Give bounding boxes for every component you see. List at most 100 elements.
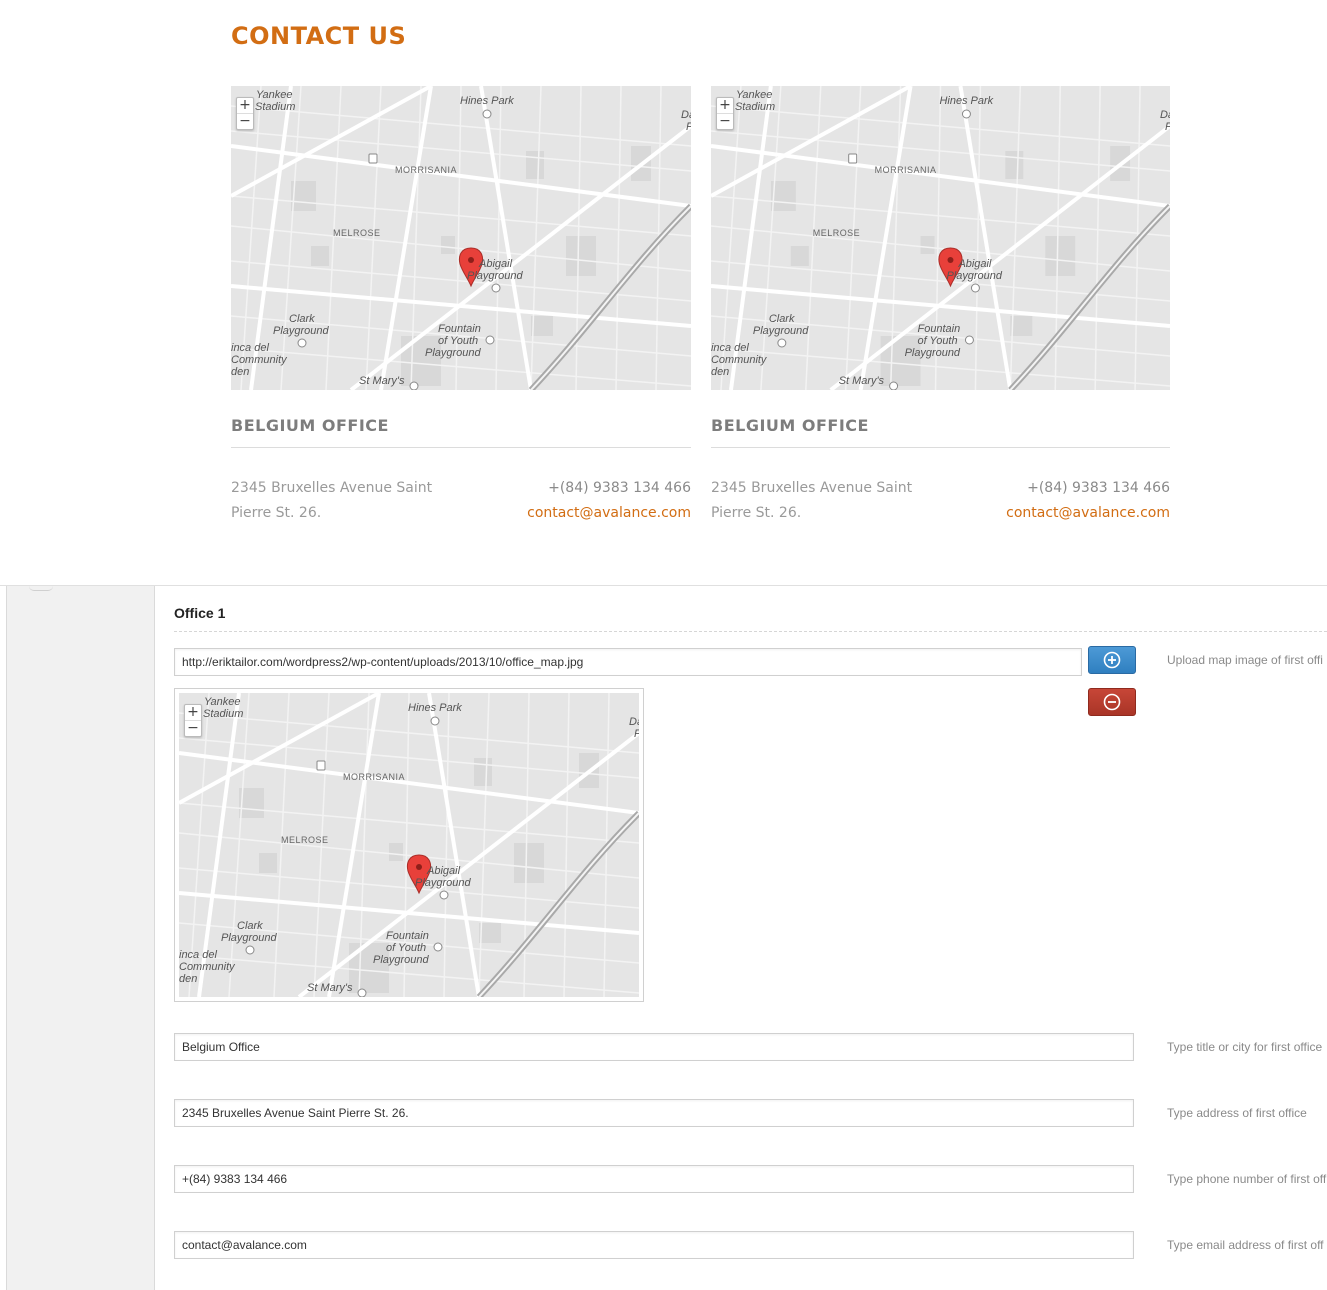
office-info: 2345 Bruxelles Avenue Saint Pierre St. 2…	[711, 476, 1170, 526]
svg-text:F: F	[1165, 121, 1170, 133]
office-email-link[interactable]: contact@avalance.com	[1006, 501, 1170, 526]
svg-text:Community: Community	[179, 961, 236, 973]
divider	[231, 447, 691, 448]
map-graphic: Yankee Stadium Hines Park Abigail Playgr…	[711, 86, 1170, 390]
office-card: Yankee Stadium Hines Park Abigail Playgr…	[711, 86, 1170, 526]
office-email-input[interactable]: contact@avalance.com	[174, 1231, 1134, 1259]
map-zoom-control[interactable]: + −	[236, 97, 254, 130]
office-phone: +(84) 9383 134 466	[548, 480, 691, 496]
remove-map-button[interactable]	[1088, 688, 1136, 716]
svg-text:Yankee: Yankee	[736, 89, 772, 101]
office-map: Yankee Stadium Hines Park Abigail Playgr…	[711, 86, 1170, 390]
svg-text:Hines Park: Hines Park	[940, 95, 994, 107]
office-title-input[interactable]: Belgium Office	[174, 1033, 1134, 1061]
zoom-out-button[interactable]: −	[237, 113, 253, 129]
svg-text:Playground: Playground	[273, 325, 330, 337]
admin-options-panel: Office 1 http://eriktailor.com/wordpress…	[0, 585, 1327, 1290]
preview-map: Yankee Stadium Hines Park Abigail Playgr…	[179, 693, 639, 997]
office-name: BELGIUM OFFICE	[231, 416, 389, 435]
office-phone-hint: Type phone number of first off	[1167, 1172, 1327, 1186]
page-title: CONTACT US	[231, 22, 407, 50]
svg-text:inca del: inca del	[231, 342, 269, 354]
svg-text:of Youth: of Youth	[438, 335, 478, 347]
svg-text:Playground: Playground	[946, 270, 1002, 282]
map-zoom-control[interactable]: + −	[716, 97, 734, 130]
office-address-hint: Type address of first office	[1167, 1106, 1307, 1120]
svg-text:MELROSE: MELROSE	[333, 228, 381, 238]
svg-text:Playground: Playground	[221, 932, 278, 944]
svg-text:Playground: Playground	[905, 347, 961, 359]
svg-text:den: den	[231, 366, 249, 378]
svg-text:Fountain: Fountain	[386, 930, 429, 942]
office-name: BELGIUM OFFICE	[711, 416, 869, 435]
svg-text:Community: Community	[711, 354, 768, 366]
map-graphic: Yankee Stadium Hines Park Abigail Playgr…	[231, 86, 691, 390]
svg-text:Fountain: Fountain	[918, 323, 961, 335]
svg-text:Clark: Clark	[769, 313, 795, 325]
office-email-hint: Type email address of first off	[1167, 1238, 1324, 1252]
svg-text:den: den	[711, 366, 729, 378]
sidebar-tab-edge	[29, 586, 53, 591]
svg-text:Playground: Playground	[753, 325, 809, 337]
address-line-2: Pierre St. 26.	[711, 505, 802, 521]
svg-text:Fountain: Fountain	[438, 323, 481, 335]
address-line-1: 2345 Bruxelles Avenue Saint	[711, 480, 913, 496]
upload-map-button[interactable]	[1088, 646, 1136, 674]
office-info: 2345 Bruxelles Avenue Saint Pierre St. 2…	[231, 476, 691, 526]
zoom-out-button[interactable]: −	[185, 720, 201, 736]
svg-text:Stadium: Stadium	[203, 708, 243, 720]
office-email-link[interactable]: contact@avalance.com	[527, 501, 691, 526]
svg-text:MORRISANIA: MORRISANIA	[343, 772, 405, 782]
svg-text:Abigail: Abigail	[957, 258, 991, 270]
map-url-hint: Upload map image of first offi	[1167, 653, 1323, 667]
zoom-in-button[interactable]: +	[185, 705, 201, 720]
map-image: Yankee Stadium Hines Park Abigail Playgr…	[231, 86, 691, 390]
svg-text:Playground: Playground	[373, 954, 430, 966]
svg-text:Community: Community	[231, 354, 288, 366]
svg-text:Hines Park: Hines Park	[460, 95, 514, 107]
svg-text:inca del: inca del	[711, 342, 749, 354]
map-image: Yankee Stadium Hines Park Abigail Playgr…	[179, 693, 639, 997]
svg-text:Hines Park: Hines Park	[408, 702, 462, 714]
svg-text:F: F	[686, 121, 691, 133]
office-address: 2345 Bruxelles Avenue Saint Pierre St. 2…	[231, 476, 461, 526]
svg-text:of Youth: of Youth	[918, 335, 958, 347]
plus-circle-icon	[1103, 651, 1121, 669]
svg-text:inca del: inca del	[179, 949, 217, 961]
map-image: Yankee Stadium Hines Park Abigail Playgr…	[711, 86, 1170, 390]
svg-text:MELROSE: MELROSE	[813, 228, 860, 238]
svg-text:Yankee: Yankee	[256, 89, 293, 101]
map-url-input[interactable]: http://eriktailor.com/wordpress2/wp-cont…	[174, 648, 1082, 676]
svg-text:Abigail: Abigail	[478, 258, 513, 270]
svg-text:Da: Da	[629, 716, 639, 728]
zoom-in-button[interactable]: +	[717, 98, 733, 113]
section-divider	[174, 631, 1327, 632]
svg-text:den: den	[179, 973, 197, 985]
svg-text:St Mary's: St Mary's	[359, 375, 405, 387]
svg-text:MORRISANIA: MORRISANIA	[395, 165, 457, 175]
svg-text:Stadium: Stadium	[735, 101, 775, 113]
map-graphic: Yankee Stadium Hines Park Abigail Playgr…	[179, 693, 639, 997]
svg-text:MORRISANIA: MORRISANIA	[875, 165, 937, 175]
svg-text:Playground: Playground	[467, 270, 524, 282]
zoom-in-button[interactable]: +	[237, 98, 253, 113]
office-phone: +(84) 9383 134 466	[1027, 480, 1170, 496]
map-zoom-control[interactable]: + −	[184, 704, 202, 737]
office-card: Yankee Stadium Hines Park Abigail Playgr…	[231, 86, 691, 526]
svg-text:F: F	[634, 728, 639, 740]
office-phone-input[interactable]: +(84) 9383 134 466	[174, 1165, 1134, 1193]
map-preview: Yankee Stadium Hines Park Abigail Playgr…	[174, 688, 644, 1002]
minus-circle-icon	[1103, 693, 1121, 711]
zoom-out-button[interactable]: −	[717, 113, 733, 129]
address-line-2: Pierre St. 26.	[231, 505, 322, 521]
svg-text:MELROSE: MELROSE	[281, 835, 329, 845]
svg-text:St Mary's: St Mary's	[839, 375, 885, 387]
svg-text:Da: Da	[1160, 109, 1170, 121]
svg-text:Playground: Playground	[425, 347, 482, 359]
svg-text:Yankee: Yankee	[204, 696, 241, 708]
office-address: 2345 Bruxelles Avenue Saint Pierre St. 2…	[711, 476, 941, 526]
office-title-hint: Type title or city for first office	[1167, 1040, 1323, 1054]
office-map: Yankee Stadium Hines Park Abigail Playgr…	[231, 86, 691, 390]
office-address-input[interactable]: 2345 Bruxelles Avenue Saint Pierre St. 2…	[174, 1099, 1134, 1127]
admin-sidebar	[6, 586, 155, 1290]
